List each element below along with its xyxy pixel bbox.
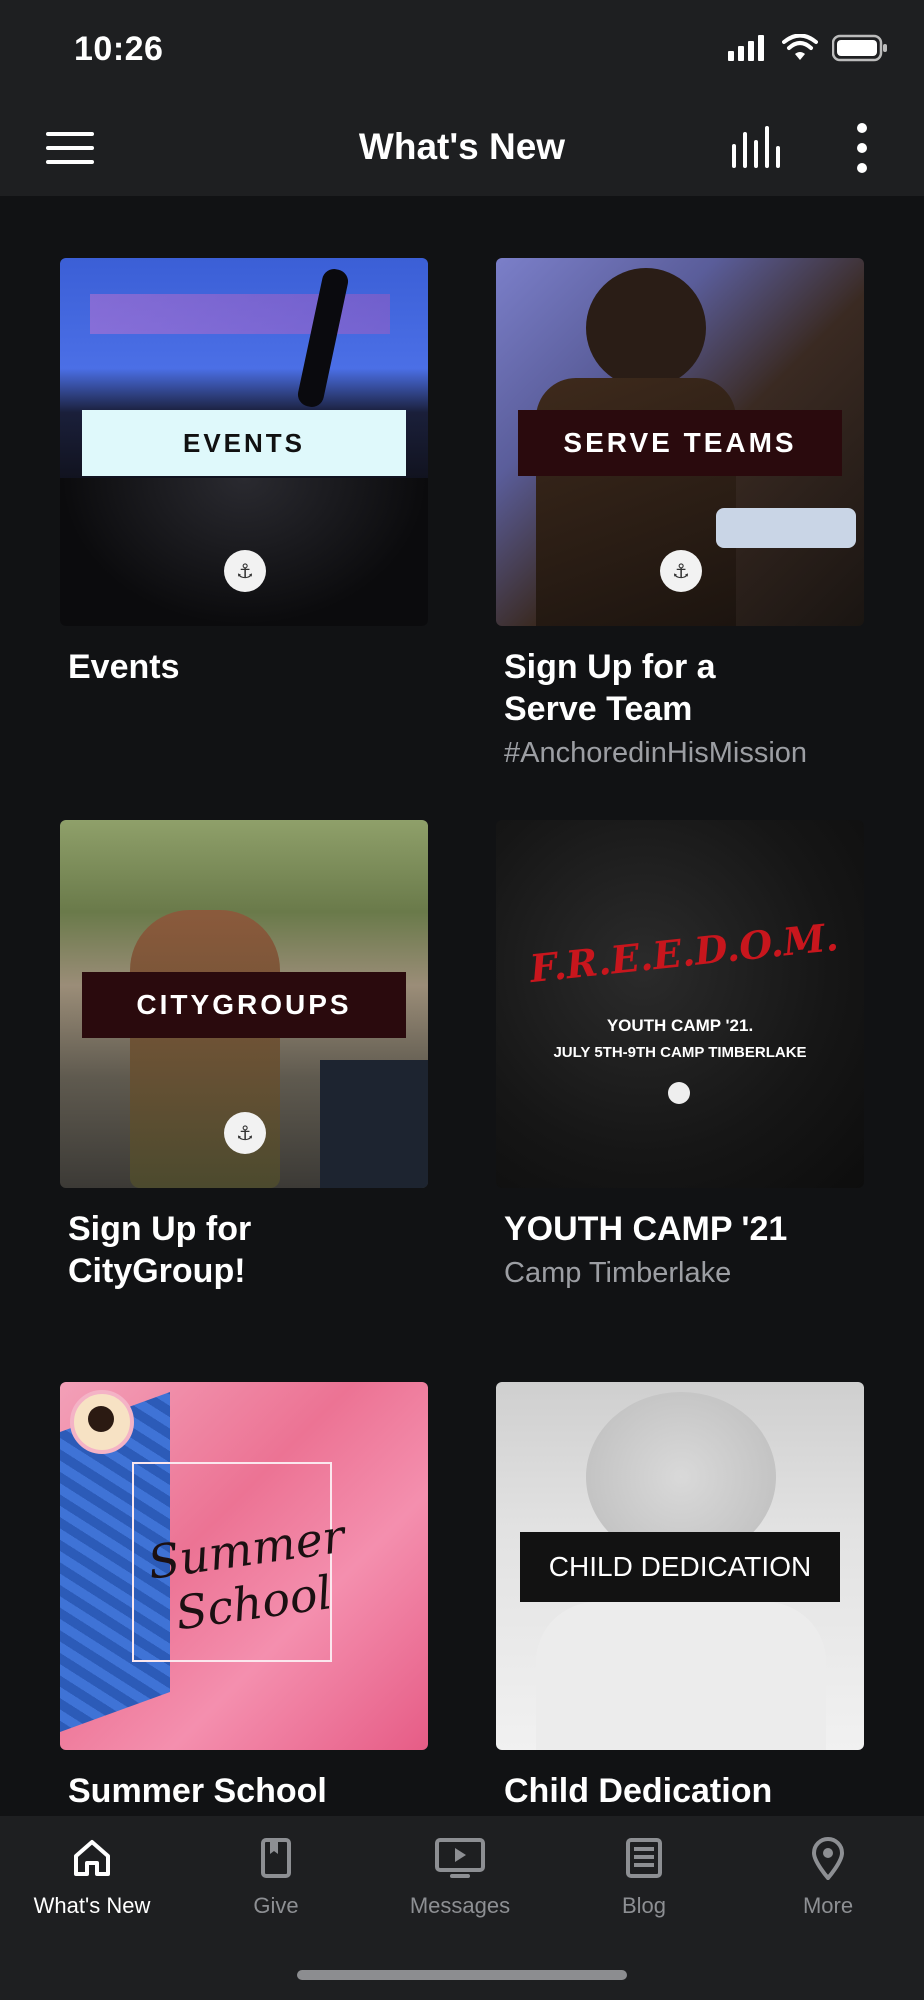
card-events[interactable]: EVENTS ⚓ Events: [60, 258, 428, 688]
serve-teams-banner: SERVE TEAMS: [518, 410, 842, 476]
home-icon: [74, 1840, 110, 1876]
child-dedication-banner: CHILD DEDICATION: [520, 1532, 840, 1602]
summer-school-image: Summer School: [60, 1382, 428, 1750]
youth-camp-line: YOUTH CAMP '21.: [606, 1016, 754, 1035]
anchor-logo-icon: ⚓: [224, 1112, 266, 1154]
tab-give[interactable]: Give: [184, 1836, 368, 1919]
person-head: [586, 268, 706, 388]
citygroups-image: CITYGROUPS ⚓: [60, 820, 428, 1188]
bottom-tab-bar: What's New Give Messages Blog More: [0, 1816, 924, 2000]
news-icon: [626, 1838, 662, 1878]
card-summer-school[interactable]: Summer School Summer School: [60, 1382, 428, 1812]
card-subtitle: #AnchoredinHisMission: [504, 737, 808, 769]
status-bar: 10:26: [0, 0, 924, 100]
book-icon: [261, 1838, 291, 1878]
raised-hand-silhouette: [295, 266, 351, 410]
serve-teams-image: SERVE TEAMS ⚓: [496, 258, 864, 626]
card-title: Sign Up for CityGroup!: [68, 1210, 252, 1290]
card-title: YOUTH CAMP '21: [504, 1210, 788, 1248]
tab-label: Give: [253, 1893, 299, 1918]
flamingo-eye: [70, 1390, 134, 1454]
location-pin-icon: [811, 1837, 845, 1882]
card-child-dedication[interactable]: CHILD DEDICATION Child Dedication: [496, 1382, 864, 1812]
camera-lens: [716, 508, 856, 548]
card-youth-camp[interactable]: F.R.E.E.D.O.M. YOUTH CAMP '21. JULY 5TH-…: [496, 820, 864, 1292]
tab-label: More: [802, 1893, 854, 1918]
anchor-logo-icon: [668, 1082, 690, 1104]
status-time: 10:26: [74, 30, 164, 68]
anchor-logo-icon: ⚓: [224, 550, 266, 592]
card-citygroups[interactable]: CITYGROUPS ⚓ Sign Up for CityGroup!: [60, 820, 428, 1292]
wifi-icon: [782, 34, 818, 60]
whats-new-grid: EVENTS ⚓ Events SERVE TEAMS ⚓ Sign Up fo…: [0, 196, 924, 1816]
audio-bars-icon: [732, 126, 780, 168]
card-serve-teams[interactable]: SERVE TEAMS ⚓ Sign Up for a Serve Team #…: [496, 258, 864, 772]
card-title: Child Dedication: [504, 1772, 773, 1810]
card-subtitle: Camp Timberlake: [504, 1257, 732, 1289]
events-image: EVENTS ⚓: [60, 258, 428, 626]
status-icons: [728, 34, 888, 62]
freedom-title: F.R.E.E.D.O.M.: [527, 913, 841, 992]
tab-label: Blog: [621, 1893, 667, 1918]
anchor-logo-icon: ⚓: [660, 550, 702, 592]
overflow-menu-button[interactable]: [852, 122, 872, 174]
youth-camp-dates: JULY 5TH-9TH CAMP TIMBERLAKE: [553, 1044, 807, 1061]
top-navigation-bar: What's New: [0, 100, 924, 196]
home-indicator[interactable]: [297, 1970, 627, 1980]
child-dedication-image: CHILD DEDICATION: [496, 1382, 864, 1750]
vertical-dots-icon: [857, 123, 867, 173]
youth-camp-image: F.R.E.E.D.O.M. YOUTH CAMP '21. JULY 5TH-…: [496, 820, 864, 1188]
citygroups-banner: CITYGROUPS: [82, 972, 406, 1038]
tv-play-icon: [435, 1838, 485, 1878]
tab-label: Messages: [409, 1893, 511, 1918]
card-title: Summer School: [68, 1772, 327, 1810]
events-banner: EVENTS: [82, 410, 406, 476]
battery-icon: [832, 34, 887, 62]
card-title: Sign Up for a Serve Team: [504, 648, 716, 728]
child-shirt: [536, 1602, 826, 1750]
card-title: Events: [68, 648, 180, 686]
cellular-signal-icon: [728, 35, 764, 61]
tab-more[interactable]: More: [736, 1836, 920, 1919]
tab-blog[interactable]: Blog: [552, 1836, 736, 1919]
tab-messages[interactable]: Messages: [368, 1836, 552, 1919]
tab-label: What's New: [33, 1893, 151, 1918]
sign-board: [320, 1060, 428, 1188]
screen-lyrics-glow: [90, 294, 390, 334]
tab-whats-new[interactable]: What's New: [0, 1836, 184, 1919]
audio-bars-button[interactable]: [730, 126, 786, 170]
